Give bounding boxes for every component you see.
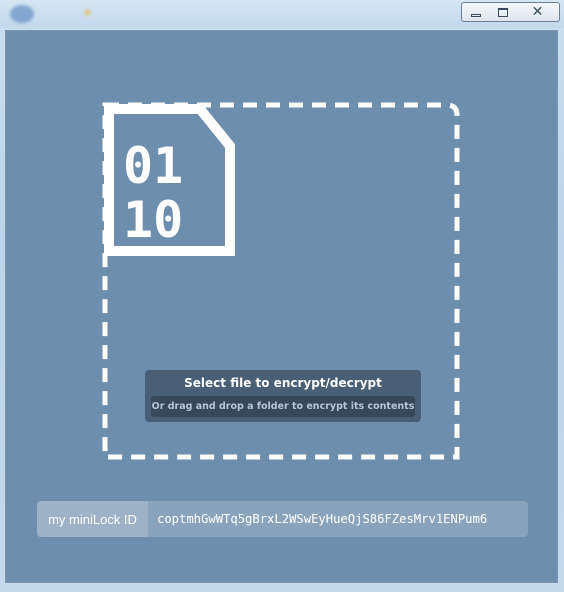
select-file-title: Select file to encrypt/decrypt: [184, 376, 382, 390]
close-button[interactable]: ✕: [516, 2, 560, 22]
drag-drop-hint: Or drag and drop a folder to encrypt its…: [151, 396, 415, 417]
binary-file-icon: 01 10: [104, 104, 235, 256]
minilock-app-window: 01 10 Select file to encrypt/decrypt Or …: [5, 30, 558, 583]
background-browser-icon: [10, 5, 34, 23]
select-file-prompt[interactable]: Select file to encrypt/decrypt Or drag a…: [145, 370, 421, 422]
minimize-icon: [470, 13, 481, 17]
file-icon-digits-row2: 10: [123, 191, 183, 249]
minilock-id-bar: my miniLock ID coptmhGwWTq5gBrxL2WSwEyHu…: [37, 501, 528, 537]
minilock-id-value[interactable]: coptmhGwWTq5gBrxL2WSwEyHueQjS86FZesMrv1E…: [148, 512, 487, 526]
maximize-icon: [497, 7, 508, 17]
background-star-icon: [84, 9, 91, 16]
close-icon: ✕: [531, 4, 544, 20]
minimize-button[interactable]: [461, 2, 490, 22]
maximize-button[interactable]: [489, 2, 517, 22]
minilock-id-label: my miniLock ID: [37, 501, 148, 537]
file-drop-zone[interactable]: 01 10 Select file to encrypt/decrypt Or …: [102, 102, 460, 460]
file-icon-digits-row1: 01: [123, 137, 183, 195]
